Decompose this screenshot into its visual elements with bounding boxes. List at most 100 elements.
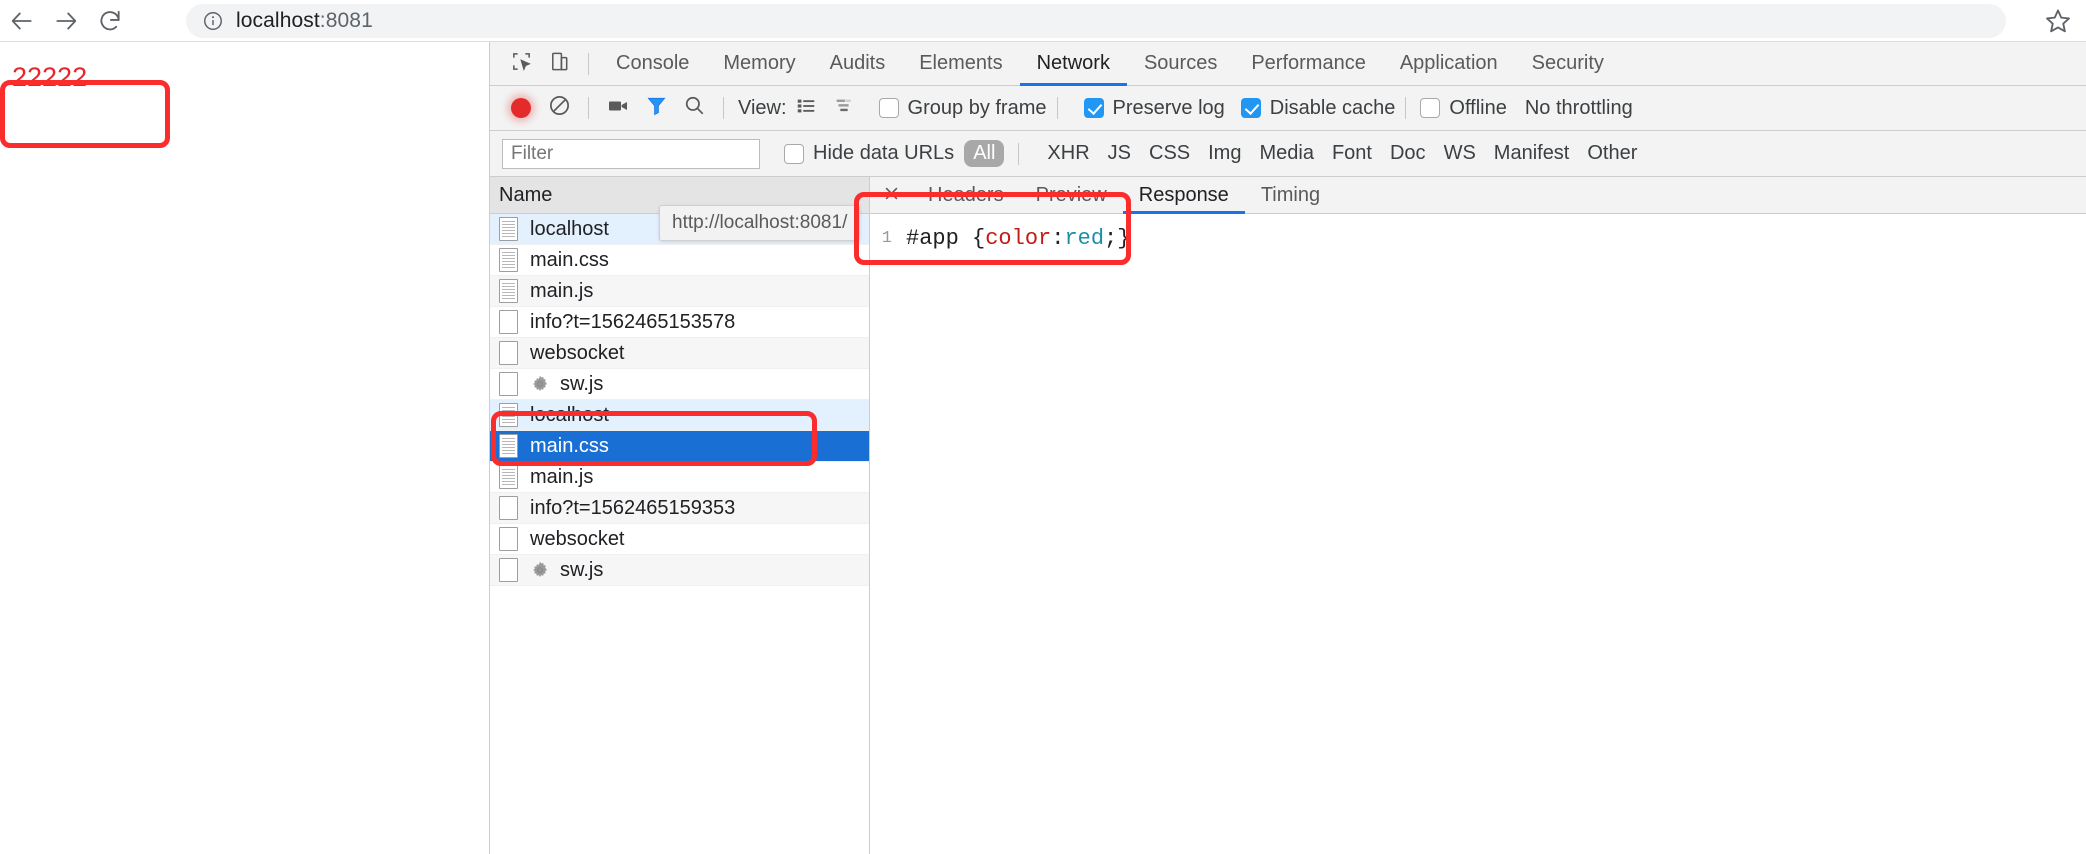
filter-type-media[interactable]: Media — [1259, 142, 1313, 165]
disable-cache-checkbox[interactable] — [1240, 98, 1261, 118]
document-icon — [499, 465, 518, 489]
offline-label: Offline — [1449, 96, 1507, 119]
web-page-viewport: 22222 — [0, 42, 489, 854]
filter-button[interactable] — [637, 86, 675, 130]
list-view-icon — [795, 95, 817, 122]
inspect-element-icon — [510, 50, 533, 78]
document-icon — [499, 248, 518, 272]
preserve-log-control[interactable]: Preserve log — [1083, 97, 1225, 120]
search-icon — [683, 94, 706, 122]
list-view-button[interactable] — [787, 86, 825, 130]
filter-type-xhr[interactable]: XHR — [1047, 142, 1089, 165]
blank-document-icon — [499, 527, 518, 551]
group-by-frame-label: Group by frame — [907, 96, 1047, 119]
gear-icon — [530, 374, 550, 394]
filter-type-ws[interactable]: WS — [1444, 142, 1476, 165]
filter-type-doc[interactable]: Doc — [1390, 142, 1426, 165]
line-number: 1 — [881, 229, 892, 248]
bookmark-button[interactable] — [2044, 7, 2072, 35]
waterfall-view-button[interactable] — [825, 86, 863, 130]
table-row[interactable]: websocket — [490, 338, 869, 369]
filter-type-all[interactable]: All — [964, 140, 1005, 167]
forward-button[interactable] — [44, 0, 88, 42]
info-circle-icon[interactable] — [202, 10, 224, 32]
throttling-select[interactable]: No throttling — [1525, 97, 1633, 120]
device-toolbar-button[interactable] — [540, 42, 578, 86]
document-icon — [499, 217, 518, 241]
column-header-name: Name — [499, 183, 553, 206]
devtools-tabstrip: Console Memory Audits Elements Network S… — [490, 42, 2086, 86]
page-content-text: 22222 — [12, 62, 88, 92]
disable-cache-label: Disable cache — [1269, 96, 1396, 119]
tab-performance[interactable]: Performance — [1234, 42, 1383, 86]
address-bar[interactable]: localhost:8081 — [186, 4, 2006, 38]
tab-headers[interactable]: Headers — [912, 177, 1020, 214]
table-row[interactable]: main.js — [490, 276, 869, 307]
code-colon: : — [1051, 226, 1065, 251]
filter-type-manifest[interactable]: Manifest — [1494, 142, 1570, 165]
hide-data-urls-control[interactable]: Hide data URLs — [784, 142, 954, 165]
hide-data-urls-checkbox[interactable] — [784, 143, 804, 164]
record-button[interactable] — [502, 86, 540, 130]
table-row[interactable]: websocket — [490, 524, 869, 555]
tab-timing[interactable]: Timing — [1245, 177, 1336, 214]
capture-screenshots-button[interactable] — [599, 86, 637, 130]
filter-type-css[interactable]: CSS — [1149, 142, 1190, 165]
reload-icon — [97, 8, 123, 34]
controls-separator-4 — [1405, 97, 1407, 119]
document-icon — [499, 403, 518, 427]
search-button[interactable] — [675, 86, 713, 130]
group-by-frame-checkbox[interactable] — [878, 98, 899, 118]
tab-security[interactable]: Security — [1515, 42, 1621, 86]
tab-response[interactable]: Response — [1123, 177, 1245, 214]
table-row-selected[interactable]: main.css — [490, 431, 869, 462]
response-code-viewer[interactable]: 1 #app {color:red;} — [870, 214, 2086, 254]
tab-sources[interactable]: Sources — [1127, 42, 1234, 86]
table-row[interactable]: sw.js — [490, 369, 869, 400]
tab-audits[interactable]: Audits — [813, 42, 903, 86]
table-row[interactable]: info?t=1562465153578 — [490, 307, 869, 338]
table-row[interactable]: main.js — [490, 462, 869, 493]
tab-memory[interactable]: Memory — [706, 42, 812, 86]
offline-checkbox[interactable] — [1420, 98, 1441, 118]
waterfall-view-icon — [833, 95, 855, 122]
filter-type-font[interactable]: Font — [1332, 142, 1372, 165]
close-detail-button[interactable] — [870, 177, 912, 214]
blank-document-icon — [499, 341, 518, 365]
code-selector: #app { — [906, 226, 986, 251]
group-by-frame-control[interactable]: Group by frame — [878, 96, 1047, 120]
filter-type-other[interactable]: Other — [1587, 142, 1637, 165]
code-content: #app {color:red;} — [898, 224, 1130, 254]
table-row[interactable]: main.css — [490, 245, 869, 276]
back-button[interactable] — [0, 0, 44, 42]
reload-button[interactable] — [88, 0, 132, 42]
network-controls-row: View: Group by frame Preserve log Disabl… — [490, 86, 2086, 131]
disable-cache-control[interactable]: Disable cache — [1240, 96, 1396, 120]
tab-preview[interactable]: Preview — [1020, 177, 1123, 214]
address-bar-url: localhost:8081 — [236, 9, 373, 33]
request-name: main.js — [530, 279, 594, 302]
inspect-element-button[interactable] — [502, 42, 540, 86]
table-row[interactable]: localhost — [490, 400, 869, 431]
offline-control[interactable]: Offline — [1420, 96, 1507, 120]
arrow-right-icon — [53, 8, 79, 34]
preserve-log-checkbox[interactable] — [1083, 98, 1104, 118]
request-name: websocket — [530, 341, 625, 364]
tab-elements[interactable]: Elements — [902, 42, 1019, 86]
request-name: main.css — [530, 434, 609, 457]
capture-screenshots-icon — [606, 94, 630, 123]
table-row[interactable]: sw.js — [490, 555, 869, 586]
filter-type-img[interactable]: Img — [1208, 142, 1241, 165]
screenshot-root: localhost:8081 22222 Console Memory Audi… — [0, 0, 2086, 854]
tab-network[interactable]: Network — [1020, 42, 1127, 86]
filter-type-js[interactable]: JS — [1108, 142, 1131, 165]
table-row[interactable]: info?t=1562465159353 — [490, 493, 869, 524]
clear-button[interactable] — [540, 86, 578, 130]
code-line: 1 #app {color:red;} — [870, 224, 2086, 254]
code-value: red — [1064, 226, 1105, 251]
filter-input[interactable] — [502, 138, 760, 169]
tab-console[interactable]: Console — [599, 42, 706, 86]
tab-application[interactable]: Application — [1383, 42, 1515, 86]
request-url-tooltip: http://localhost:8081/ — [659, 205, 861, 241]
browser-toolbar: localhost:8081 — [0, 0, 2086, 42]
